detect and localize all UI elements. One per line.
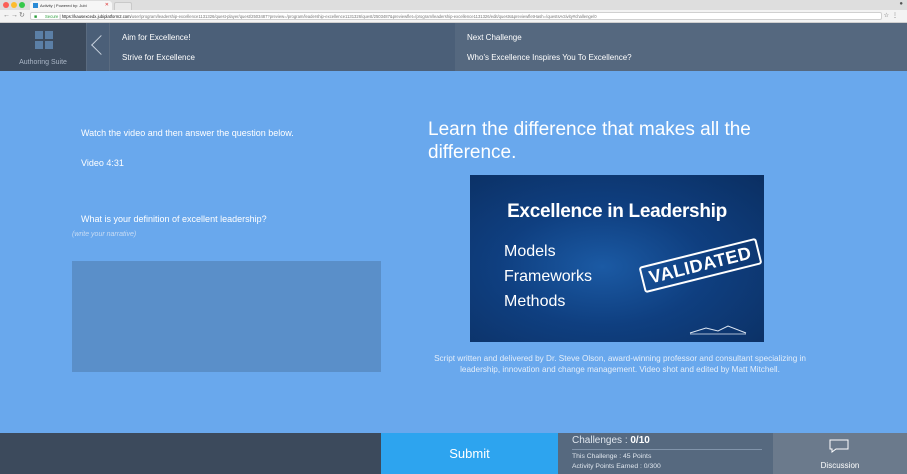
video-title: Excellence in Leadership	[507, 201, 727, 222]
tab-close-icon[interactable]: ✕	[105, 1, 109, 10]
video-player[interactable]: Excellence in Leadership Models Framewor…	[470, 175, 764, 342]
next-challenge-title: Who's Excellence Inspires You To Excelle…	[467, 53, 632, 62]
challenge-content: Watch the video and then answer the ques…	[0, 71, 907, 433]
quest-title: Aim for Excellence!	[122, 33, 191, 42]
challenge-progress: Challenges : 0/10 This Challenge : 45 Po…	[558, 433, 773, 474]
chevron-left-icon	[91, 35, 111, 55]
footer-bar: Submit Challenges : 0/10 This Challenge …	[0, 433, 907, 474]
instruction-text: Watch the video and then answer the ques…	[81, 128, 294, 138]
app-header: Authoring Suite Aim for Excellence! Stri…	[0, 23, 907, 71]
next-challenge-label: Next Challenge	[467, 33, 522, 42]
headline: Learn the difference that makes all the …	[428, 119, 751, 163]
challenges-counter: Challenges : 0/10	[572, 435, 650, 446]
script-credit: Script written and delivered by Dr. Stev…	[434, 354, 806, 374]
speech-bubble-icon	[829, 439, 849, 453]
url-input[interactable]: ■ Secure | https://kausexcedx.jubiplatfo…	[30, 12, 882, 20]
video-line-models: Models	[504, 243, 556, 260]
grid-icon	[35, 31, 53, 49]
discussion-button[interactable]: Discussion	[773, 433, 907, 474]
forward-arrow-icon[interactable]: →	[11, 10, 18, 22]
new-tab-button[interactable]	[114, 2, 132, 10]
reload-icon[interactable]: ↻	[19, 10, 25, 22]
logo-icon	[689, 325, 747, 335]
address-bar: ← → ↻ ■ Secure | https://kausexcedx.jubi…	[0, 10, 907, 23]
back-arrow-icon[interactable]: ←	[3, 10, 10, 22]
url-path: /user/program/leadership-excellence11313…	[130, 14, 597, 19]
question-text: What is your definition of excellent lea…	[81, 214, 267, 224]
minimize-window-button[interactable]	[11, 2, 17, 8]
authoring-suite-label: Authoring Suite	[19, 59, 67, 66]
this-challenge-points: This Challenge : 45 Points	[572, 453, 652, 460]
challenge-title: Strive for Excellence	[122, 53, 195, 62]
browser-tab-bar: Activity | Powered by: Jubi ✕ ●	[0, 0, 907, 10]
bookmark-star-icon[interactable]: ☆⋮	[884, 10, 901, 22]
browser-tab[interactable]: Activity | Powered by: Jubi ✕	[30, 1, 112, 10]
discussion-label: Discussion	[820, 461, 860, 470]
lock-icon: ■	[34, 14, 38, 20]
divider	[572, 449, 762, 450]
video-length: Video 4:31	[81, 158, 124, 168]
secure-label: Secure	[45, 14, 59, 19]
next-challenge-button[interactable]: Next Challenge Who's Excellence Inspires…	[455, 23, 907, 71]
maximize-window-button[interactable]	[19, 2, 25, 8]
answer-placeholder: (write your narrative)	[72, 231, 137, 238]
profile-icon[interactable]: ●	[899, 1, 903, 7]
favicon-icon	[33, 3, 38, 8]
authoring-suite-button[interactable]: Authoring Suite	[0, 23, 86, 71]
submit-button[interactable]: Submit	[381, 433, 558, 474]
back-button[interactable]	[86, 23, 111, 71]
answer-textarea[interactable]	[72, 261, 381, 372]
url-host: https://kausexcedx.jubiplatform2.com	[61, 14, 131, 19]
video-line-methods: Methods	[504, 293, 566, 310]
video-line-frameworks: Frameworks	[504, 268, 593, 285]
activity-points-earned: Activity Points Earned : 0/300	[572, 463, 661, 470]
challenges-value: 0/10	[630, 435, 650, 446]
tab-title: Activity | Powered by: Jubi	[40, 3, 87, 8]
close-window-button[interactable]	[3, 2, 9, 8]
